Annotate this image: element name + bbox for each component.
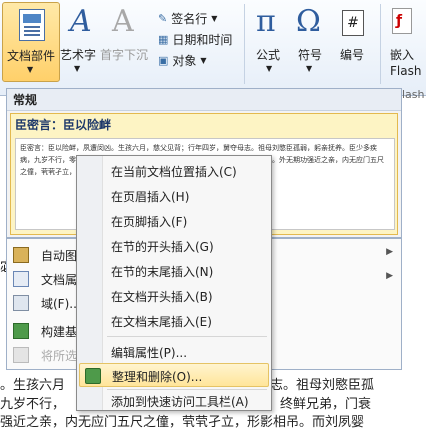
building-blocks-icon — [13, 323, 29, 339]
document-property-icon — [13, 271, 29, 287]
group-divider — [244, 4, 245, 84]
menu-item-label: 域(F)... — [41, 297, 81, 311]
menu-item-label: 编辑属性(P)... — [111, 346, 188, 360]
group-caption: lash — [402, 88, 425, 101]
doc-parts-label: 文档部件 — [7, 49, 56, 63]
signature-icon: ✎ — [158, 12, 168, 25]
group-divider — [380, 4, 381, 84]
symbol-button[interactable]: Ω 符号 ▼ — [292, 2, 332, 82]
menu-separator — [107, 336, 267, 337]
insert-section-end[interactable]: 在节的末尾插入(N) — [79, 259, 269, 283]
insert-footer[interactable]: 在页脚插入(F) — [79, 209, 269, 233]
wordart-label: 艺术字 — [60, 48, 97, 62]
pi-icon: π — [256, 4, 276, 39]
menu-item-label: 整理和删除(O)... — [112, 370, 203, 384]
signature-line-button[interactable]: ✎ 签名行 ▼ — [158, 10, 217, 27]
numbering-label: 编号 — [340, 48, 365, 62]
embed-label: 嵌入 — [390, 48, 415, 62]
numbering-button[interactable]: # 编号 — [334, 2, 374, 82]
chevron-down-icon: ▼ — [306, 64, 313, 73]
add-to-quick-access[interactable]: 添加到快速访问工具栏(A) — [79, 389, 269, 413]
insert-doc-start[interactable]: 在文档开头插入(B) — [79, 284, 269, 308]
embed-flash-button[interactable]: ƒ 嵌入 Flash — [384, 2, 424, 82]
menu-item-label: 在页眉插入(H) — [111, 190, 190, 204]
omega-icon: Ω — [296, 4, 321, 39]
doc-parts-button[interactable]: 文档部件 ▼ — [2, 2, 60, 82]
signature-label: 签名行 — [171, 12, 208, 26]
equation-button[interactable]: π 公式 ▼ — [252, 2, 288, 82]
menu-item-label: 将所选 — [41, 349, 78, 363]
equation-label: 公式 — [256, 48, 281, 62]
gallery-item-title: 臣密言：臣以险衅 — [15, 118, 112, 132]
chevron-down-icon: ▼ — [74, 64, 81, 73]
menu-item-label: 在当前文档位置插入(C) — [111, 165, 237, 179]
menu-item-label: 在节的末尾插入(N) — [111, 265, 214, 279]
dropcap-label: 首字下沉 — [100, 48, 149, 62]
doc-text: 强近之亲，内无应门五尺之僮，茕茕孑立，形影相吊。而刘夙婴 — [0, 415, 365, 430]
insert-current-position[interactable]: 在当前文档位置插入(C) — [79, 159, 269, 183]
doc-text: 。生孩六月 — [0, 378, 66, 393]
submenu-arrow-icon: ▶ — [386, 247, 393, 257]
doc-text: 九岁不行， — [0, 397, 66, 412]
organizer-icon — [85, 368, 101, 384]
insert-header[interactable]: 在页眉插入(H) — [79, 184, 269, 208]
menu-item-label: 添加到快速访问工具栏(A) — [111, 395, 249, 409]
insert-section-start[interactable]: 在节的开头插入(G) — [79, 234, 269, 258]
insert-doc-end[interactable]: 在文档末尾插入(E) — [79, 309, 269, 333]
menu-item-label: 在文档开头插入(B) — [111, 290, 213, 304]
menu-item-label: 文档属 — [41, 273, 78, 287]
ribbon: 文档部件 ▼ A 艺术字 ▼ A 首字下沉 ✎ 签名行 ▼ ▦ 日期和时间 ▣ … — [0, 0, 426, 101]
organize-and-delete[interactable]: 整理和删除(O)... — [79, 363, 269, 387]
dropcap-icon: A — [112, 4, 134, 39]
field-icon — [13, 295, 29, 311]
datetime-button[interactable]: ▦ 日期和时间 — [158, 31, 232, 48]
chevron-down-icon: ▼ — [200, 56, 207, 65]
wordart-button[interactable]: A 艺术字 ▼ — [60, 2, 100, 82]
chevron-down-icon: ▼ — [266, 64, 273, 73]
gallery-heading: 常规 — [7, 89, 401, 111]
flash-label: Flash — [390, 64, 422, 78]
doc-text: 终鲜兄弟，门衰 — [280, 397, 372, 412]
save-selection-icon — [13, 347, 29, 363]
object-icon: ▣ — [158, 54, 169, 67]
menu-item-label: 在节的开头插入(G) — [111, 240, 214, 254]
flash-icon: ƒ — [392, 8, 412, 34]
symbol-label: 符号 — [298, 48, 323, 62]
calendar-icon: ▦ — [158, 33, 169, 46]
autotext-icon — [13, 247, 29, 263]
doc-text: 志。祖母刘愍臣孤 — [270, 378, 375, 393]
object-button[interactable]: ▣ 对象 ▼ — [158, 52, 207, 69]
object-label: 对象 — [172, 54, 197, 68]
menu-item-label: 在文档末尾插入(E) — [111, 315, 212, 329]
datetime-label: 日期和时间 — [172, 33, 233, 47]
wordart-icon: A — [70, 4, 92, 39]
dropcap-button[interactable]: A 首字下沉 — [100, 2, 150, 82]
menu-item-label: 在页脚插入(F) — [111, 215, 188, 229]
chevron-down-icon: ▼ — [27, 65, 34, 74]
submenu-arrow-icon: ▶ — [386, 271, 393, 281]
number-icon: # — [342, 10, 364, 36]
document-parts-icon — [19, 9, 45, 41]
context-menu: 在当前文档位置插入(C) 在页眉插入(H) 在页脚插入(F) 在节的开头插入(G… — [76, 155, 272, 411]
menu-item-label: 构建基 — [41, 325, 78, 339]
menu-item-label: 自动图 — [41, 249, 78, 263]
edit-properties[interactable]: 编辑属性(P)... — [79, 340, 269, 364]
chevron-down-icon: ▼ — [211, 14, 218, 23]
